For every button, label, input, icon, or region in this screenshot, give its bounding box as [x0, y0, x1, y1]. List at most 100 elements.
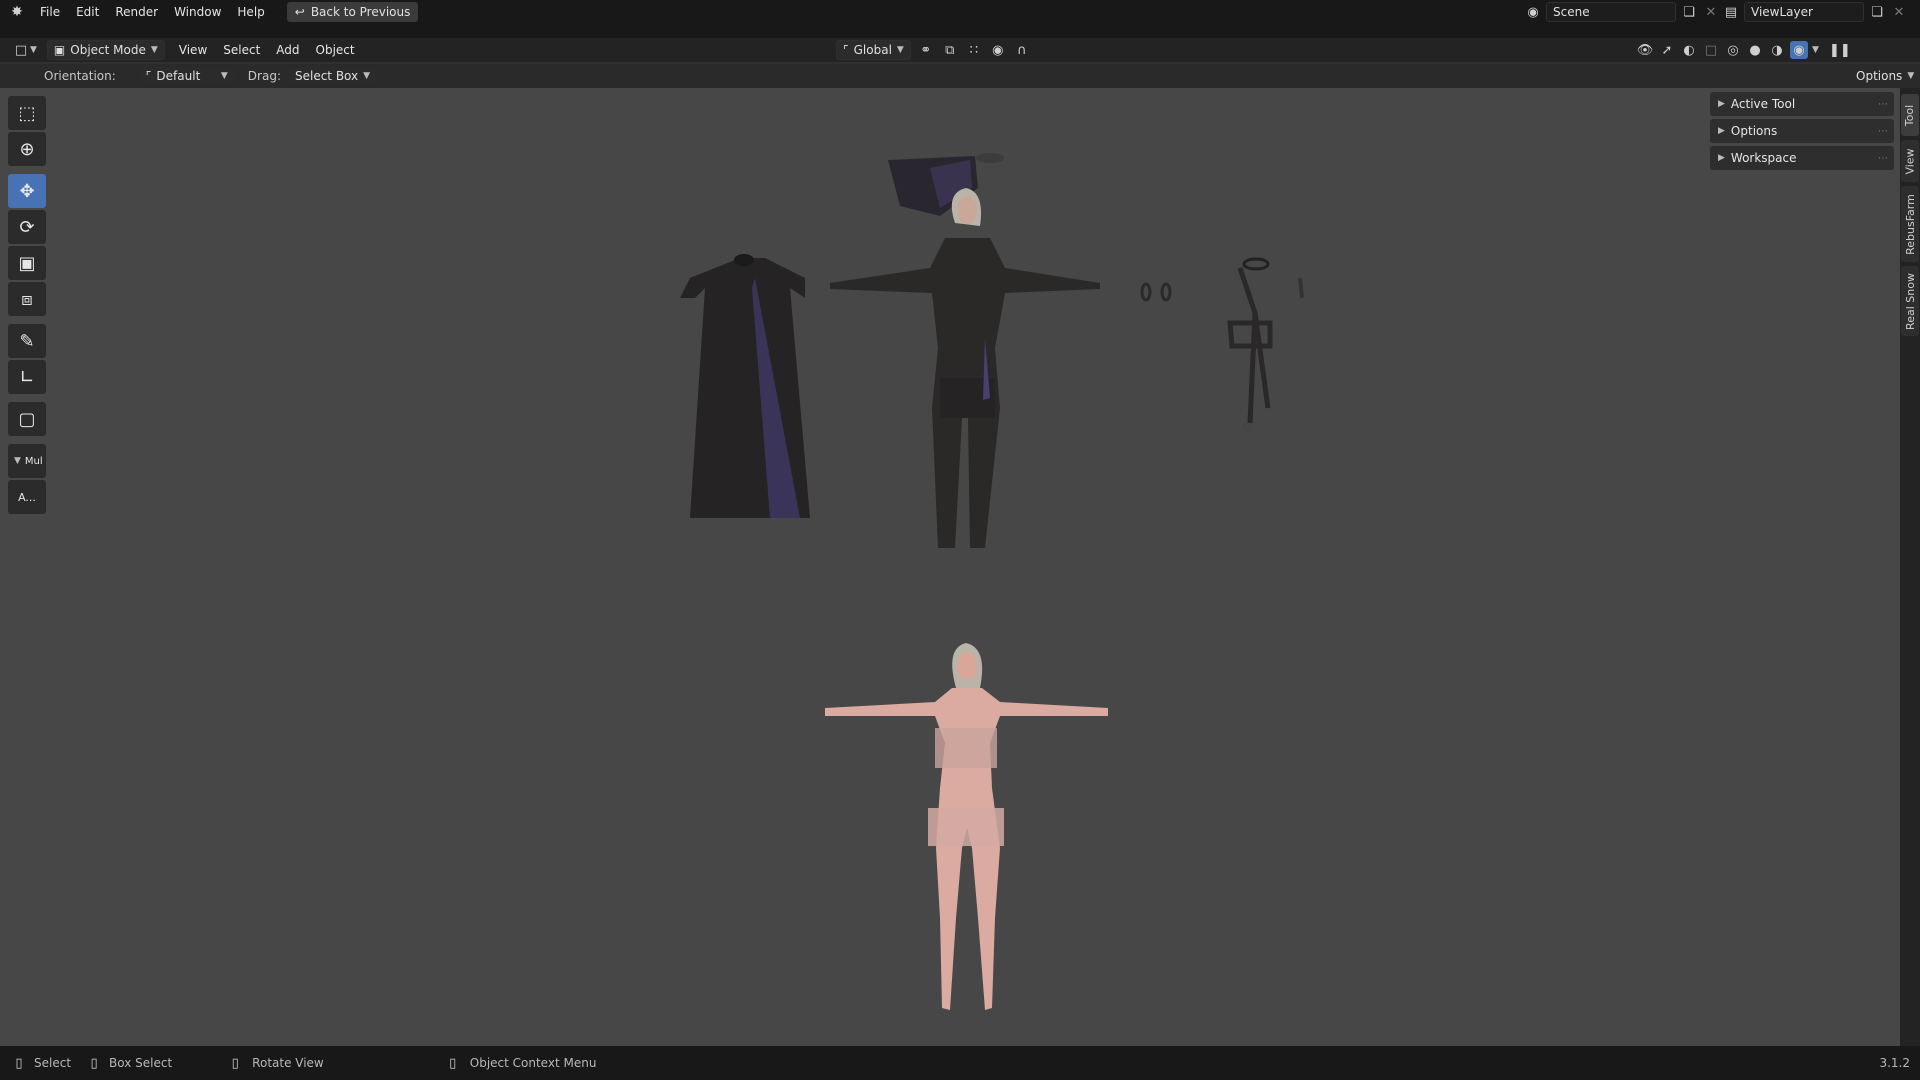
transform-orientation-selector[interactable]: ⌜ Global ▼ [836, 40, 911, 60]
gizmo-icon[interactable]: ➚ [1658, 41, 1676, 59]
drag-handle-icon[interactable]: ⋯ [1878, 153, 1888, 164]
drag-handle-icon[interactable]: ⋯ [1878, 99, 1888, 110]
snap-icon[interactable]: ⧉ [941, 41, 959, 59]
falloff-icon[interactable]: ∩ [1013, 41, 1031, 59]
tab-real-snow[interactable]: Real Snow [1901, 266, 1919, 336]
mode-label: Object Mode [70, 43, 146, 57]
new-scene-icon[interactable]: ❏ [1680, 3, 1698, 21]
viewlayer-selector[interactable]: ViewLayer [1744, 2, 1864, 22]
menu-select[interactable]: Select [215, 40, 268, 60]
chevron-down-icon: ▼ [1907, 71, 1915, 81]
blender-logo-icon[interactable]: ✸ [8, 3, 26, 21]
pivot-point-icon[interactable]: ⚭ [917, 41, 935, 59]
3d-viewport[interactable] [0, 88, 1900, 1046]
options-section-label: Options [1730, 124, 1778, 138]
orientation-selector[interactable]: ⌜ Default ▼ [139, 67, 234, 85]
orientation-value: Default [156, 69, 201, 83]
drag-handle-icon[interactable]: ⋯ [1878, 126, 1888, 137]
orientation-label: Orientation: [44, 69, 116, 83]
sidebar-panel: ▶ Active Tool ⋯ ▶ Options ⋯ ▶ Workspace … [1710, 92, 1894, 173]
solid-shading-icon[interactable]: ● [1746, 41, 1764, 59]
rendered-shading-icon[interactable]: ◉ [1790, 41, 1808, 59]
wireframe-shading-icon[interactable]: ◎ [1724, 41, 1742, 59]
mode-selector[interactable]: ▣ Object Mode ▼ [46, 40, 165, 60]
scene-icon[interactable]: ◉ [1524, 3, 1542, 21]
scene-selector[interactable]: Scene [1546, 2, 1676, 22]
delete-scene-icon[interactable]: ✕ [1702, 3, 1720, 21]
menu-edit[interactable]: Edit [68, 2, 107, 22]
delete-viewlayer-icon[interactable]: ✕ [1890, 3, 1908, 21]
top-bar: ✸ File Edit Render Window Help ↩ Back to… [0, 0, 1920, 24]
object-mode-icon: ▣ [53, 43, 66, 57]
tab-view[interactable]: View [1901, 140, 1919, 182]
viewlayer-icon[interactable]: ▤ [1722, 3, 1740, 21]
active-tool-section[interactable]: ▶ Active Tool ⋯ [1710, 92, 1894, 116]
back-to-previous-button[interactable]: ↩ Back to Previous [286, 2, 419, 22]
menu-file[interactable]: File [32, 2, 68, 22]
axis-icon: ⌜ [843, 43, 849, 57]
tool-settings-header: Orientation: ⌜ Default ▼ Drag: Select Bo… [0, 64, 1920, 88]
viewport-scene [680, 153, 1304, 1010]
new-viewlayer-icon[interactable]: ❏ [1868, 3, 1886, 21]
transform-tool[interactable]: ⧈ [8, 282, 46, 316]
chevron-down-icon[interactable]: ▼ [30, 45, 37, 55]
clothed-character-mesh[interactable] [830, 188, 1100, 548]
drag-label: Drag: [247, 69, 281, 83]
mouse-right-icon: ▯ [449, 1055, 457, 1071]
status-context-menu: Object Context Menu [469, 1056, 597, 1070]
toolbar-collapsed-label: Mul [24, 455, 43, 467]
bracelets-mesh[interactable] [1140, 282, 1172, 302]
drag-selector[interactable]: Select Box ▼ [288, 67, 377, 85]
status-rotate-view: Rotate View [252, 1056, 324, 1070]
chevron-right-icon: ▶ [1718, 99, 1725, 109]
tab-rebusfarm[interactable]: RebusFarm [1901, 186, 1919, 262]
menu-window[interactable]: Window [166, 2, 229, 22]
drag-value: Select Box [294, 69, 359, 83]
select-box-tool[interactable]: ⬚ [8, 96, 46, 130]
cursor-tool[interactable]: ⊕ [8, 132, 46, 166]
viewlayer-name: ViewLayer [1751, 5, 1813, 19]
tab-tool[interactable]: Tool [1901, 94, 1919, 136]
menu-object[interactable]: Object [308, 40, 363, 60]
scale-tool[interactable]: ▣ [8, 246, 46, 280]
base-body-mesh[interactable] [825, 643, 1108, 1010]
options-section[interactable]: ▶ Options ⋯ [1710, 119, 1894, 143]
measure-tool[interactable]: ∟ [8, 360, 46, 394]
sidebar-tabs: Tool View RebusFarm Real Snow [1900, 88, 1920, 1046]
harness-mesh[interactable] [1227, 257, 1304, 430]
workspace-section[interactable]: ▶ Workspace ⋯ [1710, 146, 1894, 170]
annotate-tool[interactable]: ✎ [8, 324, 46, 358]
options-dropdown[interactable]: Options ▼ [1850, 67, 1920, 85]
viewport-header: □ ▼ ▣ Object Mode ▼ View Select Add Obje… [0, 38, 1920, 62]
chevron-down-icon: ▼ [363, 71, 371, 81]
xray-icon[interactable]: □ [1702, 41, 1720, 59]
overlays-icon[interactable]: ◐ [1680, 41, 1698, 59]
pause-icon[interactable]: ❚❚ [1829, 41, 1851, 59]
visibility-icon[interactable]: 👁 [1636, 41, 1654, 59]
menu-render[interactable]: Render [107, 2, 166, 22]
editor-type-icon[interactable]: □ [12, 41, 30, 59]
material-shading-icon[interactable]: ◑ [1768, 41, 1786, 59]
snap-target-icon[interactable]: ∷ [965, 41, 983, 59]
add-cube-tool[interactable]: ▢ [8, 402, 46, 436]
blur-mask [935, 728, 997, 768]
rotate-tool[interactable]: ⟳ [8, 210, 46, 244]
toolbar-collapse[interactable]: ▼ Mul [8, 444, 46, 478]
move-tool[interactable]: ✥ [8, 174, 46, 208]
area-divider [0, 24, 1920, 38]
toolbar: ⬚ ⊕ ✥ ⟳ ▣ ⧈ ✎ ∟ ▢ ▼ Mul A... [8, 96, 46, 516]
coat-mesh[interactable] [680, 254, 810, 518]
menu-add[interactable]: Add [268, 40, 307, 60]
back-icon: ↩ [294, 5, 305, 19]
version-label: 3.1.2 [1879, 1056, 1910, 1070]
toolbar-small-button-label: A... [18, 490, 36, 504]
hood-mesh[interactable] [888, 153, 1004, 216]
chevron-down-icon[interactable]: ▼ [1812, 45, 1819, 55]
menu-help[interactable]: Help [229, 2, 272, 22]
proportional-edit-icon[interactable]: ◉ [989, 41, 1007, 59]
toolbar-small-button[interactable]: A... [8, 480, 46, 514]
mouse-middle-icon: ▯ [231, 1055, 239, 1071]
status-bar: ▯ Select ▯ Box Select ▯ Rotate View ▯ Ob… [0, 1046, 1920, 1080]
menu-view[interactable]: View [171, 40, 215, 60]
chevron-down-icon: ▼ [896, 45, 904, 55]
